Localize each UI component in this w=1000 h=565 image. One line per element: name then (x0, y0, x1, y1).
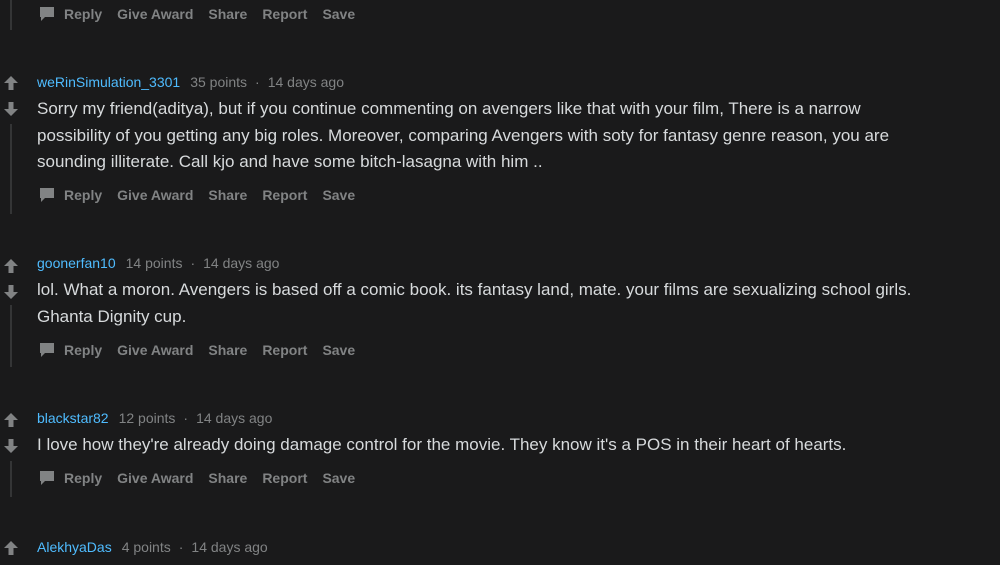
comment-body: Sorry my friend(aditya), but if you cont… (37, 96, 997, 176)
timestamp[interactable]: 14 days ago (191, 539, 267, 555)
action-bar: Reply Give Award Share Report Save (38, 185, 370, 205)
thread-line[interactable] (10, 124, 12, 214)
report-button[interactable]: Report (262, 6, 307, 22)
author-link[interactable]: weRinSimulation_3301 (37, 74, 180, 90)
report-label: Report (262, 470, 308, 486)
timestamp[interactable]: 14 days ago (268, 74, 344, 90)
arrow-up-icon[interactable] (3, 540, 19, 556)
report-button[interactable]: Report (262, 342, 307, 358)
share-label: Share (208, 187, 248, 203)
comment-meta: goonerfan10 14 points · 14 days ago (37, 255, 279, 271)
arrow-down-icon[interactable] (3, 284, 19, 300)
share-label: Share (208, 470, 248, 486)
author-link[interactable]: blackstar82 (37, 410, 109, 426)
give-award-button[interactable]: Give Award (117, 342, 193, 358)
timestamp[interactable]: 14 days ago (196, 410, 272, 426)
arrow-up-icon[interactable] (3, 412, 19, 428)
points: 14 points (125, 255, 183, 271)
share-label: Share (208, 342, 248, 358)
comment-line: possibility of you getting any big roles… (37, 125, 890, 145)
reply-button[interactable]: Reply (38, 5, 102, 23)
separator: · (178, 539, 184, 555)
comment-line: lol. What a moron. Avengers is based off… (37, 280, 912, 299)
thread-line[interactable] (10, 305, 12, 367)
comment-line: Sorry my friend(aditya), but if you cont… (37, 99, 861, 118)
arrow-up-icon[interactable] (3, 75, 19, 91)
save-button[interactable]: Save (322, 470, 355, 486)
give-award-label: Give Award (117, 6, 194, 22)
separator: · (190, 255, 196, 271)
reply-label: Reply (64, 342, 103, 358)
speech-bubble-icon (40, 188, 54, 202)
report-button[interactable]: Report (262, 470, 307, 486)
give-award-label: Give Award (117, 342, 194, 358)
comment-meta: AlekhyaDas 4 points · 14 days ago (37, 539, 268, 555)
share-button[interactable]: Share (208, 470, 247, 486)
reply-button[interactable]: Reply (38, 186, 102, 204)
comment-thread: Reply Give Award Share Report Save weRin… (0, 0, 1000, 565)
timestamp[interactable]: 14 days ago (203, 255, 279, 271)
give-award-button[interactable]: Give Award (117, 187, 193, 203)
points: 4 points (121, 539, 171, 555)
comment-body: lol. What a moron. Avengers is based off… (37, 277, 997, 330)
report-label: Report (262, 187, 308, 203)
points: 12 points (118, 410, 176, 426)
share-label: Share (208, 6, 248, 22)
reply-label: Reply (64, 470, 103, 486)
arrow-down-icon[interactable] (3, 101, 19, 117)
share-button[interactable]: Share (208, 6, 247, 22)
reply-button[interactable]: Reply (38, 469, 102, 487)
comment-line: I love how they're already doing damage … (37, 435, 847, 454)
save-button[interactable]: Save (322, 6, 355, 22)
speech-bubble-icon (40, 471, 54, 485)
reply-label: Reply (64, 6, 103, 22)
speech-bubble-icon (40, 343, 54, 357)
thread-line[interactable] (10, 0, 12, 30)
points: 35 points (190, 74, 248, 90)
action-bar: Reply Give Award Share Report Save (38, 4, 370, 24)
comment-meta: blackstar82 12 points · 14 days ago (37, 410, 272, 426)
author-link[interactable]: AlekhyaDas (37, 539, 112, 555)
arrow-down-icon[interactable] (3, 438, 19, 454)
give-award-button[interactable]: Give Award (117, 470, 193, 486)
report-label: Report (262, 342, 308, 358)
action-bar: Reply Give Award Share Report Save (38, 468, 370, 488)
thread-line[interactable] (10, 461, 12, 497)
arrow-up-icon[interactable] (3, 258, 19, 274)
author-link[interactable]: goonerfan10 (37, 255, 116, 271)
give-award-label: Give Award (117, 187, 194, 203)
speech-bubble-icon (40, 7, 54, 21)
share-button[interactable]: Share (208, 342, 247, 358)
comment-line: Ghanta Dignity cup. (37, 306, 187, 326)
separator: · (183, 410, 189, 426)
comment-meta: weRinSimulation_3301 35 points · 14 days… (37, 74, 344, 90)
comment-line: sounding illiterate. Call kjo and have s… (37, 152, 543, 171)
share-button[interactable]: Share (208, 187, 247, 203)
save-label: Save (322, 6, 356, 22)
save-label: Save (322, 342, 356, 358)
separator: · (255, 74, 260, 90)
report-label: Report (262, 6, 308, 22)
save-button[interactable]: Save (322, 187, 355, 203)
give-award-label: Give Award (117, 470, 194, 486)
action-bar: Reply Give Award Share Report Save (38, 340, 370, 360)
save-button[interactable]: Save (322, 342, 355, 358)
reply-button[interactable]: Reply (38, 341, 102, 359)
save-label: Save (322, 187, 356, 203)
reply-label: Reply (64, 187, 103, 203)
comment-body: I love how they're already doing damage … (37, 432, 997, 459)
save-label: Save (322, 470, 356, 486)
give-award-button[interactable]: Give Award (117, 6, 193, 22)
report-button[interactable]: Report (262, 187, 307, 203)
